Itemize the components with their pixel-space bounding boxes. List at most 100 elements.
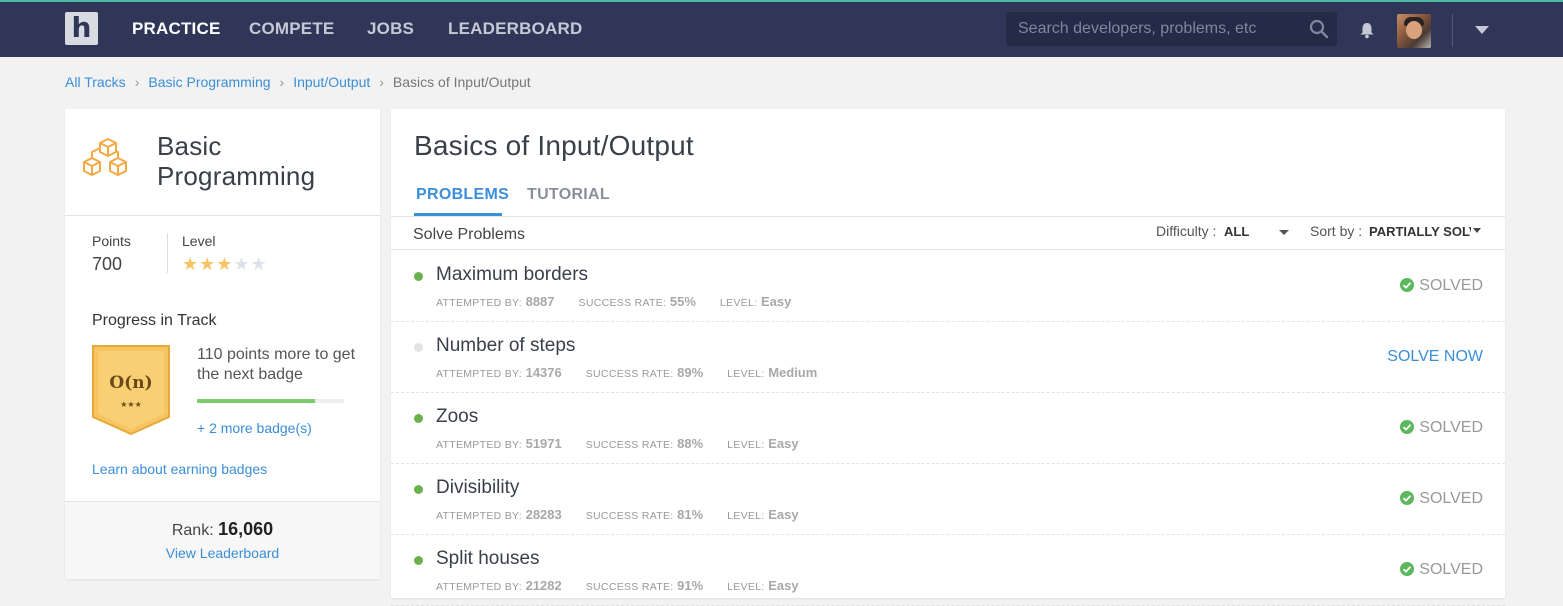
cubes-icon [83, 138, 127, 176]
level-value: Easy [768, 436, 799, 451]
breadcrumb-current: Basics of Input/Output [392, 74, 531, 90]
level-label: LEVEL: [727, 510, 765, 522]
track-title: Basic Programming [157, 131, 316, 191]
badge-icon[interactable]: O(n) ★★★ [92, 345, 170, 435]
solved-status: SOLVED [1400, 419, 1483, 437]
filter-bar: Solve Problems Difficulty : ALL Sort by … [391, 216, 1505, 250]
attempted-value: 21282 [525, 578, 562, 593]
points-label: Points [92, 233, 131, 249]
sort-select[interactable]: PARTIALLY SOLVED [1369, 224, 1471, 239]
top-nav-bar: h PRACTICE COMPETE JOBS LEADERBOARD [0, 0, 1563, 57]
stat-divider [167, 233, 168, 273]
tab-problems[interactable]: PROBLEMS [416, 186, 509, 204]
problem-row[interactable]: Zoos ATTEMPTED BY: 51971 SUCCESS RATE: 88%… [391, 393, 1505, 464]
status-dot-icon [414, 343, 423, 352]
breadcrumb-basic-programming[interactable]: Basic Programming [148, 74, 270, 90]
attempted-label: ATTEMPTED BY: [436, 368, 522, 380]
problem-row[interactable]: Maximum borders ATTEMPTED BY: 8887 SUCCESS… [391, 251, 1505, 322]
badge-text: O(n) [109, 373, 152, 393]
user-avatar[interactable] [1397, 14, 1431, 48]
problem-meta: ATTEMPTED BY: 28283 SUCCESS RATE: 81% LEVE… [436, 507, 823, 522]
success-value: 55% [669, 294, 696, 309]
success-label: SUCCESS RATE: [585, 368, 674, 380]
more-badges-link[interactable]: + 2 more badge(s) [197, 420, 312, 436]
success-label: SUCCESS RATE: [585, 439, 674, 451]
search-icon[interactable] [1309, 19, 1329, 39]
bell-icon[interactable] [1358, 21, 1376, 39]
status-dot-icon [414, 272, 423, 281]
next-badge-text: 110 points more to get the next badge [197, 346, 356, 383]
problem-name[interactable]: Zoos [436, 406, 478, 428]
breadcrumb-all-tracks[interactable]: All Tracks [65, 74, 126, 90]
nav-leaderboard[interactable]: LEADERBOARD [448, 19, 582, 39]
level-stars: ★★★★★ [182, 254, 268, 275]
chevron-right-icon: › [279, 74, 285, 90]
level-label: LEVEL: [727, 368, 765, 380]
sort-label: Sort by : [1310, 223, 1363, 239]
track-header: Basic Programming [65, 109, 380, 216]
level-label: LEVEL: [727, 439, 765, 451]
search-input[interactable] [1006, 12, 1296, 46]
attempted-label: ATTEMPTED BY: [436, 297, 522, 309]
problem-name[interactable]: Split houses [436, 548, 540, 570]
rank-value: 16,060 [218, 519, 274, 539]
nav-compete[interactable]: COMPETE [249, 19, 334, 39]
attempted-label: ATTEMPTED BY: [436, 439, 522, 451]
chevron-right-icon: › [379, 74, 384, 90]
track-card: Basic Programming Points 700 Level ★★★★★… [65, 109, 380, 579]
problem-meta: ATTEMPTED BY: 21282 SUCCESS RATE: 91% LEVE… [436, 578, 823, 593]
rank-label: Rank: [171, 522, 214, 539]
badge-progress-bar [197, 399, 344, 403]
solved-status: SOLVED [1400, 277, 1483, 295]
page-title: Basics of Input/Output [414, 130, 694, 161]
breadcrumb-input-output[interactable]: Input/Output [293, 74, 370, 90]
problems-panel: Basics of Input/Output PROBLEMS TUTORIAL… [391, 109, 1505, 606]
solved-status: SOLVED [1400, 490, 1483, 508]
success-label: SUCCESS RATE: [585, 581, 674, 593]
success-label: SUCCESS RATE: [585, 510, 674, 522]
caret-down-icon[interactable] [1473, 228, 1481, 233]
problem-row[interactable]: Divisibility ATTEMPTED BY: 28283 SUCCESS R… [391, 464, 1505, 535]
level-label: Level [182, 233, 216, 249]
nav-practice[interactable]: PRACTICE [132, 19, 221, 39]
level-value: Easy [768, 578, 799, 593]
badge-stars: ★★★ [120, 400, 142, 409]
attempted-label: ATTEMPTED BY: [436, 581, 522, 593]
check-circle-icon [1400, 562, 1415, 576]
success-value: 89% [677, 365, 704, 380]
problem-row[interactable]: Split houses ATTEMPTED BY: 21282 SUCCESS R… [391, 535, 1505, 606]
star-icon: ★ [216, 254, 234, 274]
tab-tutorial[interactable]: TUTORIAL [527, 186, 610, 204]
level-value: Easy [768, 507, 799, 522]
breadcrumb: All Tracks › Basic Programming › Input/Outpu… [65, 74, 531, 90]
caret-down-icon[interactable] [1279, 230, 1289, 235]
rank-section: Rank: 16,060 View Leaderboard [65, 501, 380, 579]
difficulty-label: Difficulty : [1156, 223, 1217, 239]
difficulty-select[interactable]: ALL [1224, 224, 1249, 239]
solved-status: SOLVED [1400, 561, 1483, 579]
solve-problems-title: Solve Problems [413, 226, 526, 243]
badge-progress-fill [197, 399, 315, 403]
level-label: LEVEL: [719, 297, 758, 309]
level-value: Easy [760, 294, 792, 309]
rank-line: Rank: 16,060 [65, 519, 380, 540]
problem-meta: ATTEMPTED BY: 8887 SUCCESS RATE: 55% LEVEL… [436, 294, 815, 309]
problem-row[interactable]: Number of steps ATTEMPTED BY: 14376 SUCCES… [391, 322, 1505, 393]
hackerearth-logo[interactable]: h [65, 12, 98, 45]
level-label: LEVEL: [727, 581, 765, 593]
problem-name[interactable]: Maximum borders [436, 264, 588, 286]
status-dot-icon [414, 556, 423, 565]
attempted-value: 14376 [525, 365, 562, 380]
star-icon: ★ [250, 254, 268, 274]
chevron-right-icon: › [134, 74, 140, 90]
view-leaderboard-link[interactable]: View Leaderboard [65, 545, 380, 561]
points-value: 700 [92, 254, 123, 274]
attempted-value: 28283 [525, 507, 562, 522]
problem-name[interactable]: Divisibility [436, 477, 519, 499]
problem-name[interactable]: Number of steps [436, 335, 575, 357]
nav-jobs[interactable]: JOBS [367, 19, 414, 39]
problem-meta: ATTEMPTED BY: 51971 SUCCESS RATE: 88% LEVE… [436, 436, 823, 451]
chevron-down-icon[interactable] [1475, 26, 1489, 34]
solve-now-button[interactable]: SOLVE NOW [1387, 348, 1483, 366]
learn-badges-link[interactable]: Learn about earning badges [92, 461, 267, 477]
